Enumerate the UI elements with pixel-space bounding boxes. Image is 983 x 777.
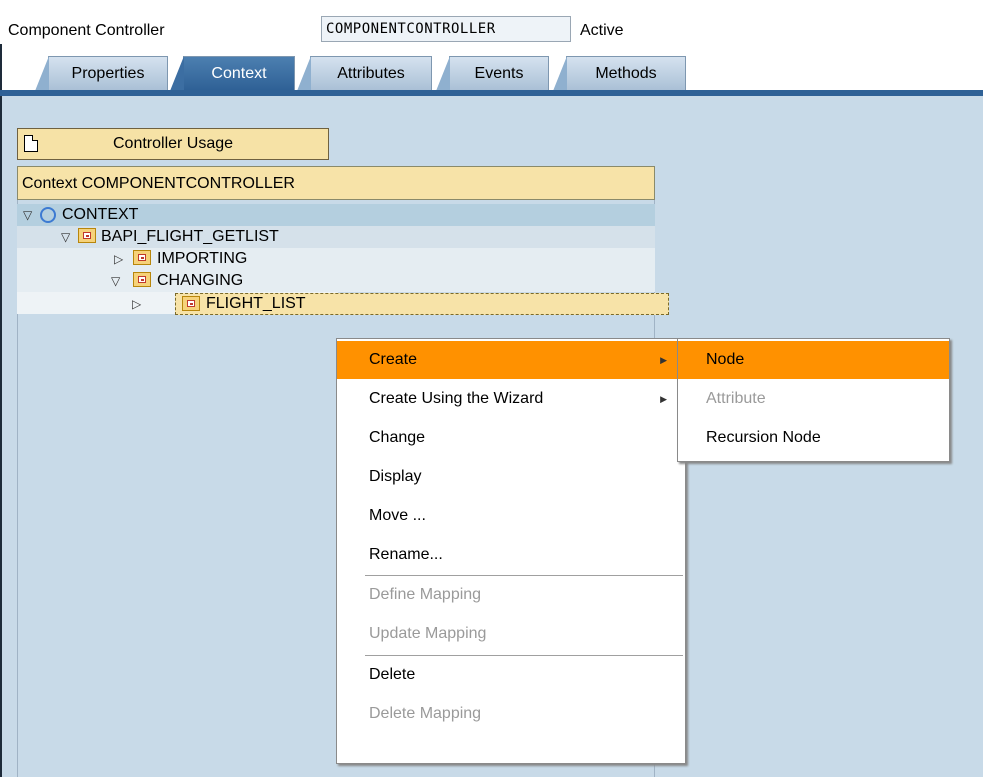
folder-icon <box>182 296 200 311</box>
tree-node-label: CONTEXT <box>62 206 139 223</box>
menu-item-rename[interactable]: Rename... <box>337 536 685 574</box>
tree-node-context[interactable]: ▽ CONTEXT <box>17 204 655 226</box>
submenu-item-attribute: Attribute <box>678 380 949 418</box>
tree-node-label: FLIGHT_LIST <box>206 295 306 312</box>
submenu-item-node[interactable]: Node <box>678 341 949 379</box>
tree-node-label: CHANGING <box>157 272 244 289</box>
circle-icon <box>40 207 56 223</box>
tree-node-bapi-flight-getlist[interactable]: ▽ BAPI_FLIGHT_GETLIST <box>17 226 655 248</box>
menu-item-delete[interactable]: Delete <box>337 656 685 694</box>
tab-context[interactable]: Context <box>170 56 295 91</box>
tab-slant <box>297 56 311 91</box>
tab-label: Context <box>211 65 267 82</box>
folder-icon <box>133 250 151 265</box>
submenu-arrow-icon: ▶ <box>660 355 667 365</box>
expand-toggle-icon[interactable]: ▽ <box>61 226 70 248</box>
folder-icon <box>78 228 96 243</box>
submenu-item-recursion-node[interactable]: Recursion Node <box>678 419 949 457</box>
tab-methods[interactable]: Methods <box>553 56 686 91</box>
tree-title: Context COMPONENTCONTROLLER <box>17 166 655 200</box>
menu-item-create[interactable]: Create ▶ <box>337 341 685 379</box>
menu-item-label: Change <box>369 429 426 446</box>
tab-label: Methods <box>595 65 657 82</box>
menu-item-move[interactable]: Move ... <box>337 497 685 535</box>
folder-icon <box>133 272 151 287</box>
tree-node-label: BAPI_FLIGHT_GETLIST <box>101 228 279 245</box>
collapse-toggle-icon[interactable]: ▷ <box>132 293 141 315</box>
menu-item-label: Rename... <box>369 546 443 563</box>
tab-properties[interactable]: Properties <box>35 56 168 91</box>
menu-item-create-wizard[interactable]: Create Using the Wizard ▶ <box>337 380 685 418</box>
menu-item-label: Delete <box>369 666 416 683</box>
tab-label: Properties <box>71 65 145 82</box>
context-menu: Create ▶ Create Using the Wizard ▶ Chang… <box>336 338 686 764</box>
menu-item-label: Create <box>369 351 418 368</box>
tree-node-label: IMPORTING <box>157 250 248 267</box>
tree-node-flight-list[interactable]: FLIGHT_LIST <box>175 293 669 315</box>
submenu-item-label: Node <box>706 351 745 368</box>
menu-item-delete-mapping: Delete Mapping <box>337 695 685 733</box>
tab-slant <box>436 56 450 91</box>
tab-events[interactable]: Events <box>436 56 549 91</box>
menu-item-display[interactable]: Display <box>337 458 685 496</box>
menu-item-label: Create Using the Wizard <box>369 390 544 407</box>
controller-name-field[interactable]: COMPONENTCONTROLLER <box>321 16 571 42</box>
create-submenu: Node Attribute Recursion Node <box>677 338 950 462</box>
menu-item-update-mapping: Update Mapping <box>337 615 685 653</box>
expand-toggle-icon[interactable]: ▽ <box>23 204 32 226</box>
tab-slant <box>553 56 567 91</box>
controller-usage-label: Controller Usage <box>113 135 234 152</box>
menu-item-label: Display <box>369 468 422 485</box>
collapse-toggle-icon[interactable]: ▷ <box>114 248 123 270</box>
controller-header: Component Controller COMPONENTCONTROLLER… <box>0 0 983 44</box>
expand-toggle-icon[interactable]: ▽ <box>111 270 120 292</box>
menu-item-label: Delete Mapping <box>369 705 482 722</box>
submenu-item-label: Recursion Node <box>706 429 821 446</box>
tab-attributes[interactable]: Attributes <box>297 56 432 91</box>
submenu-item-label: Attribute <box>706 390 766 407</box>
menu-item-define-mapping: Define Mapping <box>337 576 685 614</box>
controller-label: Component Controller <box>8 22 165 39</box>
tab-slant <box>170 56 184 91</box>
menu-item-label: Update Mapping <box>369 625 487 642</box>
menu-item-label: Define Mapping <box>369 586 482 603</box>
tab-slant <box>35 56 49 91</box>
menu-item-label: Move ... <box>369 507 426 524</box>
controller-usage-button[interactable]: Controller Usage <box>17 128 329 160</box>
submenu-arrow-icon: ▶ <box>660 394 667 404</box>
status-text: Active <box>580 22 624 39</box>
tab-label: Events <box>474 65 524 82</box>
tree-node-importing[interactable]: ▷ IMPORTING <box>17 248 655 270</box>
menu-item-change[interactable]: Change <box>337 419 685 457</box>
document-icon <box>24 135 38 152</box>
tab-label: Attributes <box>337 65 405 82</box>
tab-strip: Properties Context Attributes Events Met… <box>0 56 983 92</box>
tree-node-changing[interactable]: ▽ CHANGING <box>17 270 655 292</box>
